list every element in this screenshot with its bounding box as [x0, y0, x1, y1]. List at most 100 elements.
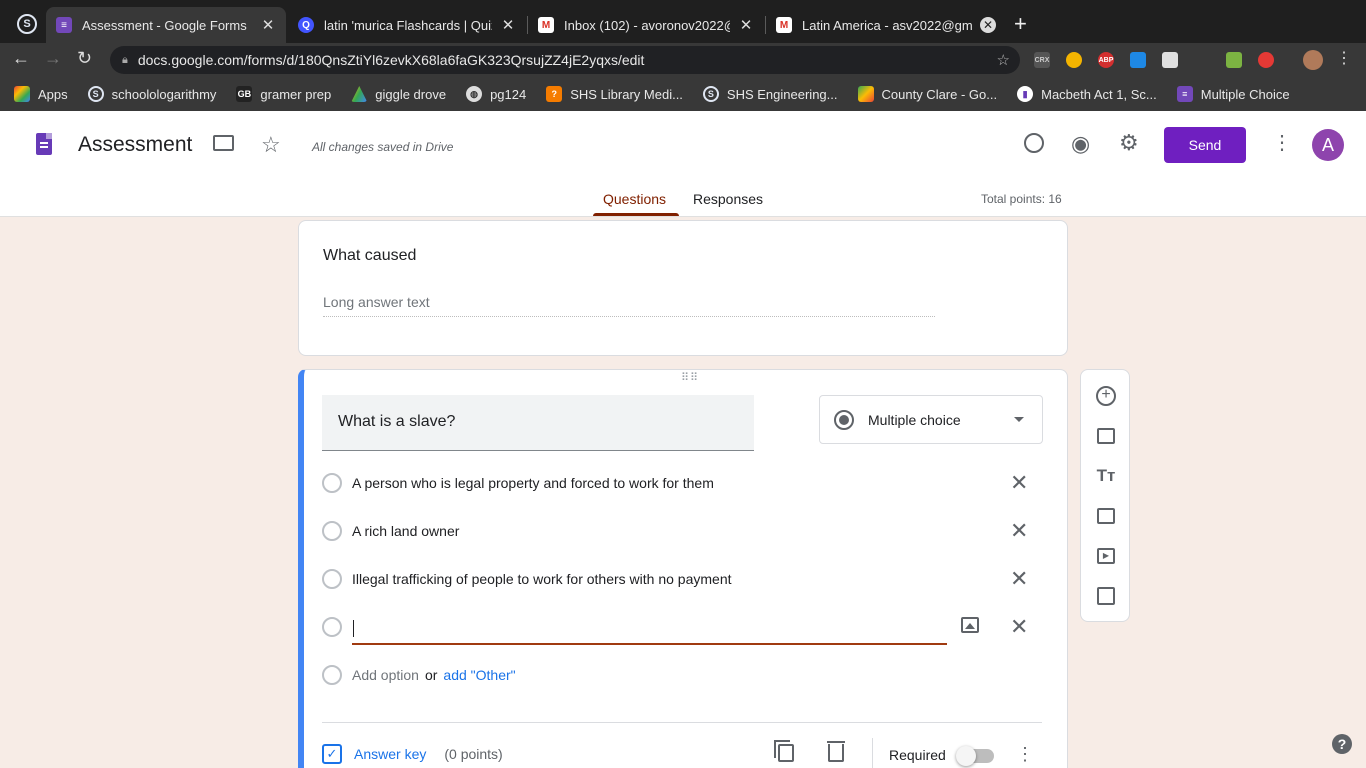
bookmark-giggle-drove[interactable]: giggle drove: [351, 86, 446, 102]
help-icon[interactable]: ?: [1332, 734, 1352, 754]
abp-extension-icon[interactable]: ABP: [1098, 52, 1114, 68]
tab-responses[interactable]: Responses: [693, 191, 763, 207]
bookmarks-bar: Apps S schoolologarithmy GB gramer prep …: [0, 77, 1366, 111]
form-title[interactable]: Assessment: [78, 133, 192, 157]
back-icon[interactable]: ←: [12, 48, 30, 69]
lock-icon: 🔒︎: [122, 53, 128, 66]
question-card-2[interactable]: ⠿⠿ What is a slave? Multiple choice A pe…: [298, 369, 1068, 768]
option-2[interactable]: A rich land owner: [322, 519, 459, 543]
account-avatar[interactable]: A: [1312, 129, 1344, 161]
new-tab-button[interactable]: +: [1014, 12, 1027, 36]
radio-circle: [322, 569, 342, 589]
bookmark-star-icon[interactable]: ☆: [997, 51, 1010, 69]
star-icon[interactable]: ☆: [261, 132, 281, 158]
remove-option-3-icon[interactable]: ✕: [1010, 568, 1028, 590]
schoology-extension-icon[interactable]: S: [17, 14, 37, 34]
long-answer-placeholder: Long answer text: [323, 294, 935, 317]
quizlet-icon: Q: [298, 17, 314, 33]
add-video-button[interactable]: ▶: [1096, 546, 1116, 566]
total-points: Total points: 16: [981, 192, 1062, 206]
more-options-icon[interactable]: ⋮: [1016, 744, 1034, 764]
extension-icon[interactable]: [1130, 52, 1146, 68]
remove-option-4-icon[interactable]: ✕: [1010, 616, 1028, 638]
add-image-button[interactable]: [1096, 506, 1116, 526]
tab-quizlet[interactable]: Q latin 'murica Flashcards | Quizl ✕: [288, 7, 526, 43]
gmail-icon: M: [538, 17, 554, 33]
owl-extension-icon[interactable]: [1066, 52, 1082, 68]
reload-icon[interactable]: ↻: [77, 48, 92, 69]
add-section-button[interactable]: [1096, 586, 1116, 606]
option-1[interactable]: A person who is legal property and force…: [322, 471, 714, 495]
add-circle-icon: +: [1096, 386, 1116, 406]
schoology-icon: S: [702, 86, 719, 102]
forms-icon: ≡: [56, 17, 72, 33]
bookmark-shs-library[interactable]: ? SHS Library Medi...: [546, 86, 683, 102]
remove-option-1-icon[interactable]: ✕: [1010, 472, 1028, 494]
bookmark-schoology[interactable]: S schoolologarithmy: [87, 86, 216, 102]
bookmark-pg124[interactable]: ◍ pg124: [466, 86, 526, 102]
tab-latin-america[interactable]: M Latin America - asv2022@gma ✕: [766, 7, 1006, 43]
image-icon: [1097, 508, 1115, 524]
active-tab-indicator: [593, 213, 679, 216]
bookmark-shs-engineering[interactable]: S SHS Engineering...: [702, 86, 838, 102]
add-title-button[interactable]: Tт: [1096, 466, 1116, 486]
radio-circle: [322, 521, 342, 541]
tab-gmail-inbox[interactable]: M Inbox (102) - avoronov2022@s ✕: [528, 7, 764, 43]
add-option-button[interactable]: Add option: [352, 667, 419, 683]
divider: [872, 738, 873, 768]
answer-key-button[interactable]: ✓ Answer key (0 points): [322, 744, 503, 764]
add-image-icon[interactable]: [961, 617, 979, 633]
tab-assessment[interactable]: ≡ Assessment - Google Forms ✕: [46, 7, 286, 43]
drag-handle-icon[interactable]: ⠿⠿: [681, 373, 699, 384]
import-questions-button[interactable]: [1096, 426, 1116, 446]
question-title-input[interactable]: What is a slave?: [322, 395, 754, 451]
browser-toolbar: ← → ↻ 🔒︎ docs.google.com/forms/d/180QnsZ…: [0, 43, 1366, 77]
more-options-icon[interactable]: ⋮: [1272, 133, 1292, 153]
send-button[interactable]: Send: [1164, 127, 1246, 163]
close-icon[interactable]: ✕: [980, 17, 996, 33]
duplicate-icon[interactable]: [774, 740, 794, 762]
profile-avatar-icon[interactable]: [1303, 50, 1323, 70]
tab-questions[interactable]: Questions: [603, 191, 666, 207]
option-3[interactable]: Illegal trafficking of people to work fo…: [322, 567, 732, 591]
briefcase-extension-icon[interactable]: [1162, 52, 1178, 68]
color-extension-icon[interactable]: [1226, 52, 1242, 68]
forms-icon: ≡: [1176, 86, 1193, 102]
add-other-link[interactable]: add "Other": [443, 667, 515, 683]
answer-key-check-icon: ✓: [322, 744, 342, 764]
radio-button-icon: [834, 409, 854, 430]
gb-icon: GB: [236, 86, 253, 102]
close-icon[interactable]: ✕: [500, 16, 516, 34]
close-icon[interactable]: ✕: [738, 16, 754, 34]
radio-circle: [322, 617, 342, 637]
folder-icon[interactable]: [213, 135, 234, 151]
address-bar[interactable]: 🔒︎ docs.google.com/forms/d/180QnsZtiYl6z…: [110, 46, 1020, 74]
pen-extension-icon[interactable]: [1258, 52, 1274, 68]
radio-circle: [322, 473, 342, 493]
bookmark-multiple-choice[interactable]: ≡ Multiple Choice: [1176, 86, 1290, 102]
question-type-dropdown[interactable]: Multiple choice: [819, 395, 1043, 444]
settings-gear-icon[interactable]: ⚙: [1119, 130, 1139, 156]
preview-eye-icon[interactable]: ◉: [1071, 131, 1090, 157]
bookmark-county-clare[interactable]: County Clare - Go...: [857, 86, 997, 102]
palette-icon[interactable]: [1024, 133, 1044, 153]
video-icon: ▶: [1097, 548, 1115, 564]
text-format-icon: Tт: [1096, 466, 1116, 485]
forward-icon[interactable]: →: [44, 48, 62, 69]
divider: [322, 722, 1042, 723]
delete-icon[interactable]: [827, 741, 845, 762]
question-title[interactable]: What caused: [323, 247, 416, 265]
crx-extension-icon[interactable]: CRX: [1034, 52, 1050, 68]
question-card-1[interactable]: What caused Long answer text: [298, 220, 1068, 356]
section-icon: [1097, 587, 1115, 605]
add-question-button[interactable]: +: [1096, 386, 1116, 406]
required-toggle[interactable]: [956, 746, 994, 766]
bookmark-gramer-prep[interactable]: GB gramer prep: [236, 86, 331, 102]
bookmark-macbeth[interactable]: ▮ Macbeth Act 1, Sc...: [1017, 86, 1157, 102]
remove-option-2-icon[interactable]: ✕: [1010, 520, 1028, 542]
bookmark-apps[interactable]: Apps: [14, 86, 68, 102]
chrome-menu-icon[interactable]: ⋮: [1336, 48, 1352, 68]
close-icon[interactable]: ✕: [260, 16, 276, 34]
new-option-input[interactable]: [352, 615, 947, 645]
google-forms-logo[interactable]: [36, 133, 52, 155]
